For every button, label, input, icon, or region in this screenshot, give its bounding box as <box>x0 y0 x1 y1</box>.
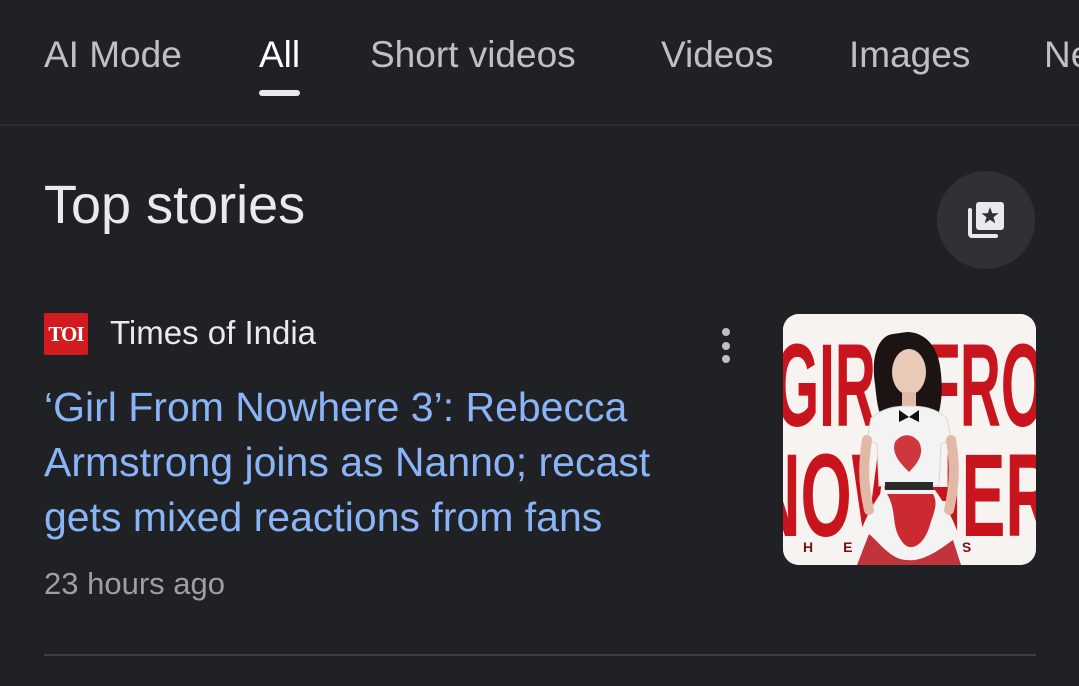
tab-images[interactable]: Images <box>849 34 970 76</box>
search-tabs: AI Mode All Short videos Videos Images N… <box>0 0 1079 126</box>
more-vertical-icon <box>722 328 730 363</box>
story-divider <box>44 654 1036 656</box>
thumbnail-image: GIRL FRO NOWHER HERES <box>783 314 1036 565</box>
story-thumbnail[interactable]: GIRL FRO NOWHER HERES <box>783 314 1036 565</box>
story-timestamp: 23 hours ago <box>44 566 225 601</box>
tab-all[interactable]: All <box>259 34 301 96</box>
save-to-collections-button[interactable] <box>937 171 1035 269</box>
section-title: Top stories <box>44 175 306 235</box>
publisher-name: Times of India <box>110 314 317 351</box>
tab-videos[interactable]: Videos <box>661 34 773 76</box>
active-tab-indicator <box>259 90 301 96</box>
story-more-options-button[interactable] <box>706 322 746 370</box>
tab-short-videos[interactable]: Short videos <box>370 34 576 76</box>
publisher-logo: TOI <box>44 313 88 355</box>
tab-news[interactable]: News <box>1044 34 1079 76</box>
story-headline-link[interactable]: ‘Girl From Nowhere 3’: Rebecca Armstrong… <box>44 380 734 545</box>
collections-star-icon <box>968 202 1004 238</box>
tab-all-label: All <box>259 34 301 75</box>
tab-ai-mode[interactable]: AI Mode <box>44 34 182 76</box>
